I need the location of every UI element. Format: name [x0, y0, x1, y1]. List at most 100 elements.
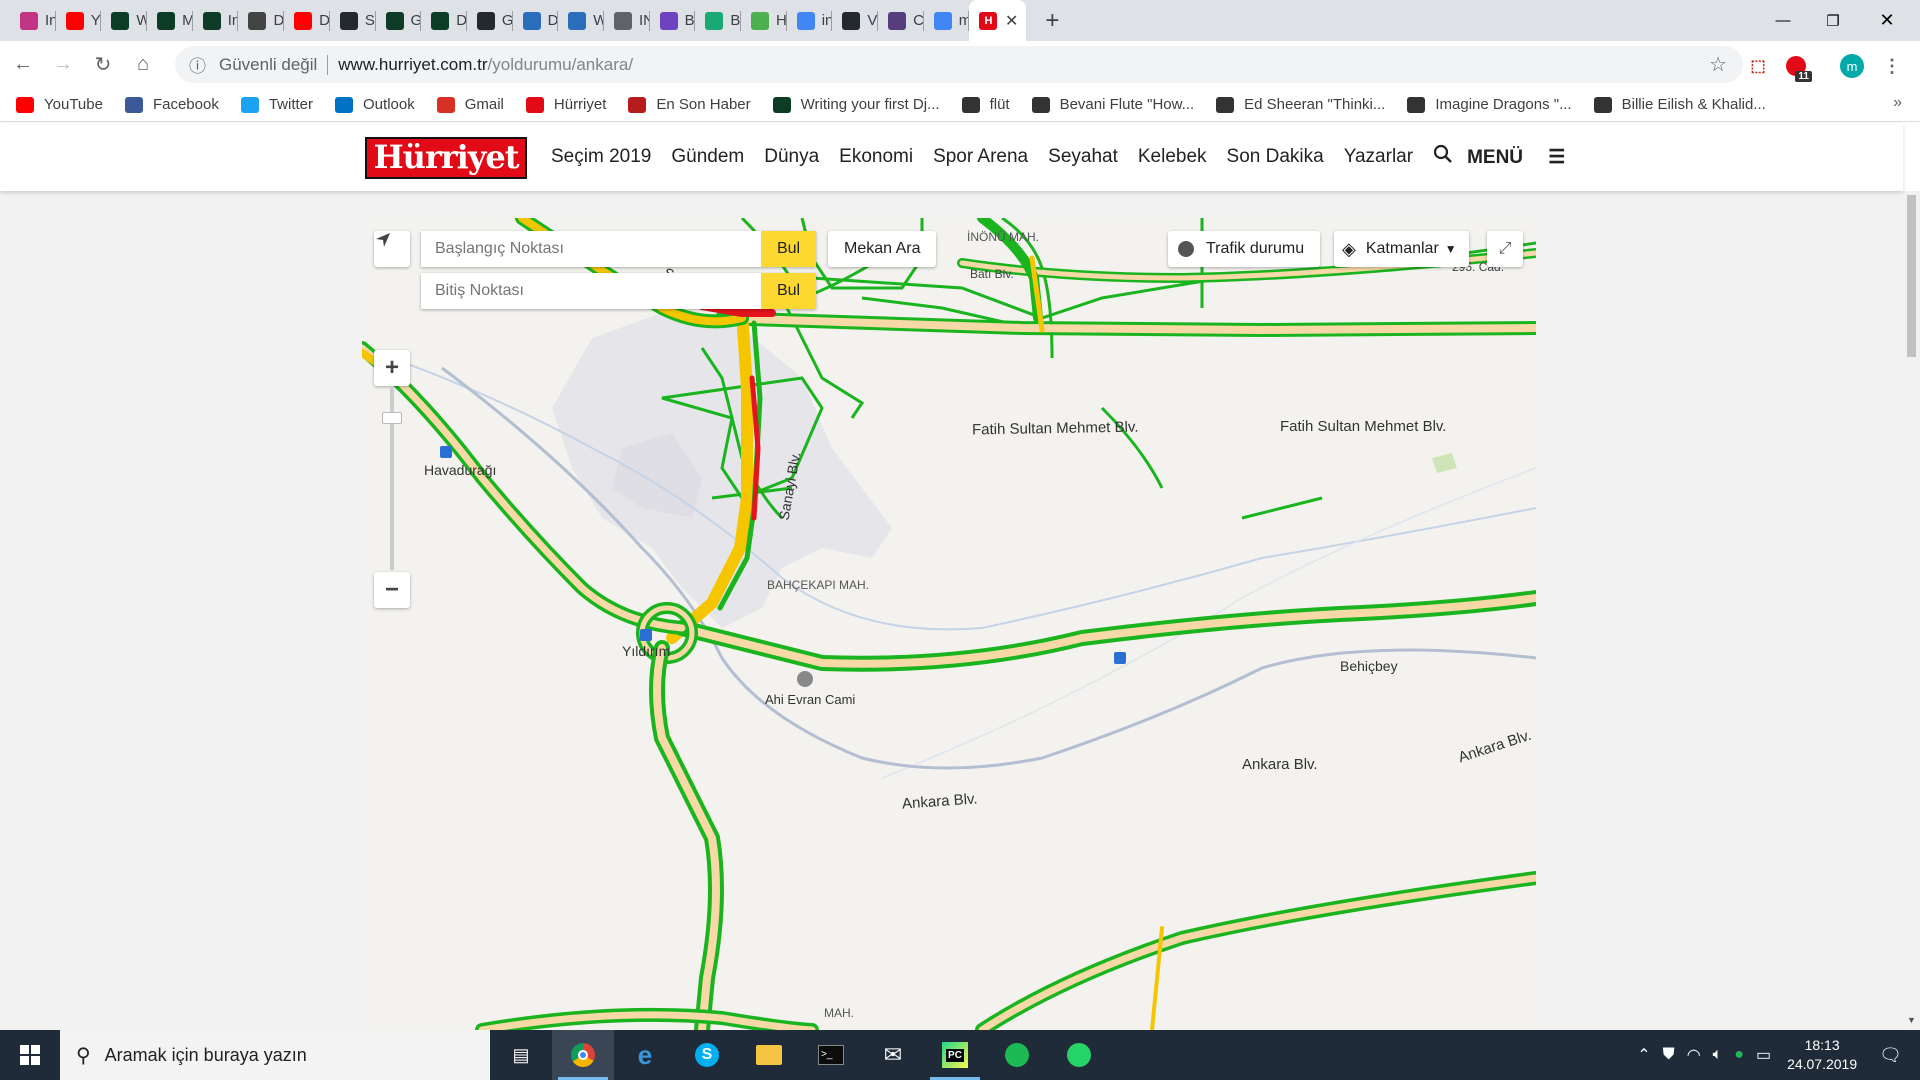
bookmark-item[interactable]: Hürriyet [525, 96, 606, 113]
security-shield-icon[interactable]: ⛊ [1663, 1046, 1675, 1064]
nav-link[interactable]: Yazarlar [1344, 146, 1413, 168]
browser-tab[interactable]: Wh [558, 0, 604, 41]
start-point-input[interactable] [421, 240, 761, 258]
browser-tab[interactable]: Inst [10, 0, 56, 41]
nav-link[interactable]: Son Dakika [1227, 146, 1324, 168]
task-view-icon[interactable]: ▤ [490, 1030, 552, 1080]
pdf-extension-icon[interactable]: ⬚ [1744, 52, 1772, 80]
browser-tab[interactable]: Hov [741, 0, 787, 41]
omnibox[interactable]: ⓘ Güvenli değil www.hurriyet.com.tr /yol… [175, 46, 1743, 83]
browser-tab[interactable]: You [56, 0, 101, 41]
browser-tab[interactable]: Ma [147, 0, 193, 41]
home-button[interactable]: ⌂ [126, 48, 160, 82]
menu-button[interactable]: MENÜ ☰ [1467, 146, 1585, 169]
zoom-slider-handle[interactable] [382, 412, 402, 424]
chrome-menu-icon[interactable]: ⋮ [1878, 52, 1906, 80]
traffic-map[interactable]: Fatih Sultan Mehmet Blv. Fatih Sultan Me… [362, 218, 1536, 1030]
browser-tab[interactable]: INT [604, 0, 650, 41]
browser-tab[interactable]: inte [787, 0, 832, 41]
battery-icon[interactable]: ▭ [1756, 1045, 1771, 1065]
layers-dropdown[interactable]: ◈ Katmanlar ▼ [1334, 231, 1469, 267]
maximize-button[interactable]: ❐ [1808, 0, 1858, 41]
nav-link[interactable]: Seçim 2019 [551, 146, 651, 168]
profile-avatar[interactable]: m [1838, 52, 1866, 80]
spotify-tray-icon[interactable]: ● [1734, 1046, 1744, 1064]
browser-tab[interactable]: Dja [284, 0, 330, 41]
close-window-button[interactable]: ✕ [1862, 0, 1912, 41]
browser-tab[interactable]: mar [924, 0, 969, 41]
nav-link[interactable]: Kelebek [1138, 146, 1207, 168]
nav-link[interactable]: Spor Arena [933, 146, 1028, 168]
chrome-taskbar-icon[interactable] [552, 1030, 614, 1080]
taskbar-search[interactable]: ⚲ Aramak için buraya yazın [60, 1030, 490, 1080]
fullscreen-button[interactable]: ⤢ [1487, 231, 1523, 267]
browser-tab[interactable]: Cor [878, 0, 924, 41]
back-button[interactable]: ← [6, 48, 40, 82]
volume-icon[interactable]: 🔈︎ [1713, 1046, 1723, 1064]
find-end-button[interactable]: Bul [761, 273, 816, 309]
browser-tab[interactable]: Intr [193, 0, 238, 41]
bookmark-item[interactable]: Imagine Dragons "... [1407, 96, 1572, 113]
browser-tab[interactable]: Dja [421, 0, 467, 41]
browser-tab[interactable]: Vib [832, 0, 878, 41]
bookmark-item[interactable]: Ed Sheeran "Thinki... [1216, 96, 1385, 113]
browser-tab[interactable]: Ger [376, 0, 421, 41]
tab-active-hurriyet[interactable]: H ✕ [969, 0, 1027, 41]
browser-tab[interactable]: Boo [695, 0, 741, 41]
bookmark-star-icon[interactable]: ☆ [1709, 52, 1727, 77]
mail-taskbar-icon[interactable]: ✉ [862, 1030, 924, 1080]
info-icon[interactable]: ⓘ [189, 52, 211, 77]
whatsapp-taskbar-icon[interactable] [1048, 1030, 1110, 1080]
tray-overflow-icon[interactable]: ⌃ [1637, 1045, 1650, 1065]
new-tab-button[interactable]: + [1034, 0, 1070, 41]
browser-tab[interactable]: Wri [101, 0, 147, 41]
browser-tab[interactable]: Sou [330, 0, 376, 41]
browser-tab[interactable]: Gitl [467, 0, 513, 41]
bookmark-item[interactable]: Facebook [124, 96, 219, 113]
bookmark-item[interactable]: flüt [961, 96, 1010, 113]
bookmark-item[interactable]: Gmail [436, 96, 504, 113]
bookmark-item[interactable]: Billie Eilish & Khalid... [1593, 96, 1766, 113]
nav-link[interactable]: Gündem [671, 146, 744, 168]
bookmarks-overflow-icon[interactable]: » [1893, 94, 1902, 112]
browser-tab[interactable]: Dja [238, 0, 284, 41]
notifications-icon[interactable]: 🗨︎ [1879, 1045, 1902, 1066]
minimize-button[interactable]: — [1758, 0, 1808, 41]
nav-link[interactable]: Seyahat [1048, 146, 1118, 168]
pycharm-taskbar-icon[interactable]: PC [924, 1030, 986, 1080]
bookmark-item[interactable]: Bevani Flute "How... [1031, 96, 1194, 113]
close-tab-icon[interactable]: ✕ [1005, 11, 1018, 31]
locate-button[interactable] [374, 231, 410, 267]
file-explorer-taskbar-icon[interactable] [738, 1030, 800, 1080]
end-point-input[interactable] [421, 282, 761, 300]
clock[interactable]: 18:13 24.07.2019 [1787, 1036, 1857, 1074]
place-search-button[interactable]: Mekan Ara [828, 231, 937, 267]
nav-link[interactable]: Dünya [764, 146, 819, 168]
edge-taskbar-icon[interactable]: e [614, 1030, 676, 1080]
page-scrollbar[interactable]: ▼ [1903, 191, 1920, 1030]
notification-extension-icon[interactable]: 11 [1782, 52, 1812, 82]
map-canvas[interactable] [362, 218, 1536, 1030]
traffic-toggle-button[interactable]: Trafik durumu [1168, 231, 1321, 267]
bookmark-item[interactable]: Writing your first Dj... [772, 96, 940, 113]
bookmark-item[interactable]: Outlook [335, 96, 415, 113]
search-icon[interactable] [1433, 144, 1453, 170]
reload-button[interactable]: ↻ [86, 48, 120, 82]
nav-link[interactable]: Ekonomi [839, 146, 913, 168]
find-start-button[interactable]: Bul [761, 231, 816, 267]
forward-button[interactable]: → [46, 48, 80, 82]
skype-taskbar-icon[interactable]: S [676, 1030, 738, 1080]
terminal-taskbar-icon[interactable]: >_ [800, 1030, 862, 1080]
scroll-down-arrow[interactable]: ▼ [1903, 1015, 1920, 1030]
bookmark-item[interactable]: YouTube [16, 96, 103, 113]
browser-tab[interactable]: Boo [650, 0, 695, 41]
zoom-in-button[interactable]: + [374, 350, 410, 386]
browser-tab[interactable]: Dirt [513, 0, 558, 41]
spotify-taskbar-icon[interactable] [986, 1030, 1048, 1080]
hurriyet-logo[interactable]: Hürriyet [365, 137, 527, 179]
bookmark-item[interactable]: Twitter [240, 96, 313, 113]
bookmark-item[interactable]: En Son Haber [628, 96, 751, 113]
start-button[interactable] [0, 1030, 60, 1080]
wifi-icon[interactable]: ◠ [1687, 1045, 1701, 1065]
zoom-out-button[interactable]: − [374, 572, 410, 608]
